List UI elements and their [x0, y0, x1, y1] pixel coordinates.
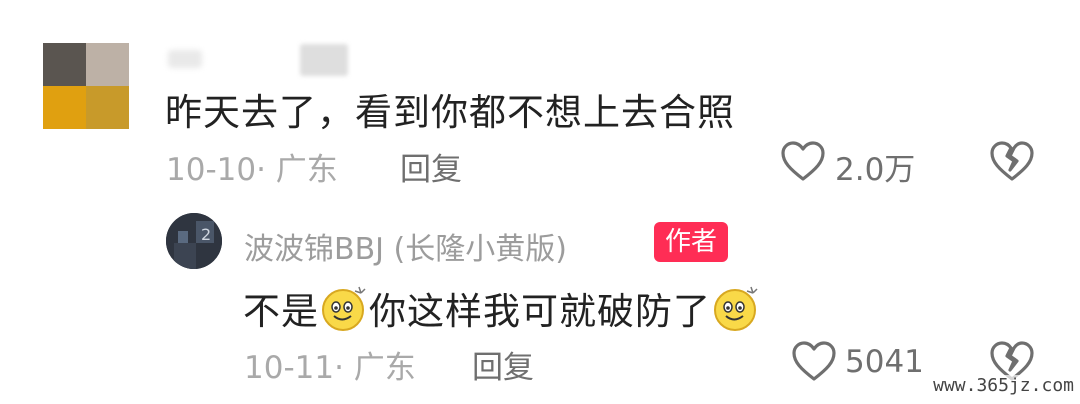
dizzy-smile-emoji-icon — [322, 286, 366, 331]
avatar-tile — [86, 43, 129, 86]
heart-icon[interactable] — [780, 140, 826, 182]
avatar-tile — [86, 86, 129, 129]
blurred-username[interactable] — [168, 44, 358, 76]
author-avatar-image: 2 — [166, 213, 222, 269]
reply-like-count: 5041 — [845, 344, 924, 380]
like-count: 2.0万 — [835, 152, 916, 188]
comment-text: 昨天去了，看到你都不想上去合照 — [165, 91, 735, 134]
author-badge: 作者 — [654, 222, 728, 262]
dislike-broken-heart-icon[interactable] — [990, 140, 1034, 182]
svg-text:2: 2 — [201, 225, 211, 244]
dizzy-smile-emoji-icon — [714, 286, 758, 331]
reply-date-location: 10-11· 广东 — [244, 350, 416, 386]
avatar[interactable] — [43, 43, 129, 129]
comment-date-location: 10-10· 广东 — [166, 152, 338, 188]
reply-button[interactable]: 回复 — [400, 144, 462, 189]
avatar-tile — [43, 86, 86, 129]
reply-text: 不是 你这样我可就破防了 — [243, 280, 761, 336]
reply-reply-button[interactable]: 回复 — [472, 342, 534, 387]
avatar-tile — [43, 43, 86, 86]
reply-text-part2: 你这样我可就破防了 — [369, 290, 711, 333]
heart-icon[interactable] — [791, 340, 837, 382]
author-name[interactable]: 波波锦BBJ (长隆小黄版) — [244, 224, 567, 268]
author-avatar[interactable]: 2 — [166, 213, 222, 269]
reply-text-part1: 不是 — [243, 290, 319, 333]
watermark: www.365jz.com — [933, 375, 1074, 396]
